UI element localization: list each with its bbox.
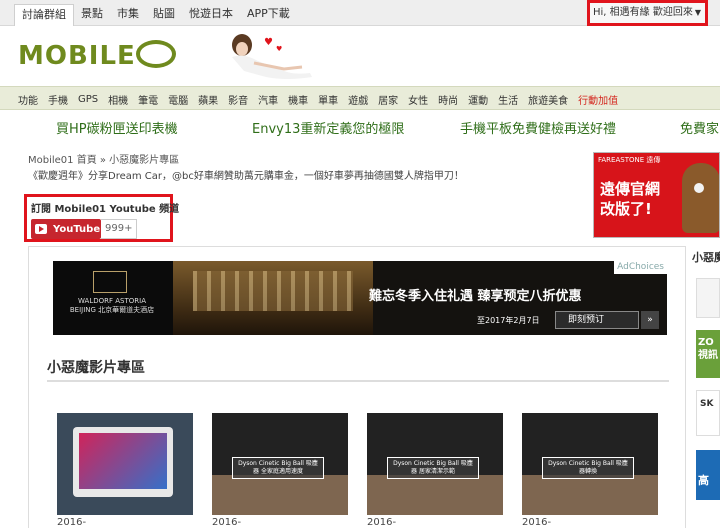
right-column-title: 小惡魔 (692, 251, 720, 264)
video-thumbnail[interactable] (57, 413, 193, 515)
category-item[interactable]: 功能 (18, 92, 38, 107)
ad-valid-until: 至2017年2月7日 (477, 316, 540, 325)
right-ad-4[interactable]: 高 (696, 450, 720, 500)
tab-forum[interactable]: 討論群組 (14, 4, 74, 26)
section-divider (47, 380, 669, 382)
hotel-photo (173, 261, 373, 335)
video-date: 2016-12-29 (212, 517, 242, 528)
category-item[interactable]: 時尚 (438, 92, 458, 107)
ad-line-2: 改版了! (600, 200, 652, 218)
greeting-text: Hi, 相遇有緣 歡迎回來 (593, 7, 693, 18)
category-item[interactable]: 電腦 (168, 92, 188, 107)
video-thumbnail[interactable]: Dyson Cinetic Big Ball 吸塵器轉換 (522, 413, 658, 515)
category-item[interactable]: 影音 (228, 92, 248, 107)
top-nav: 討論群組 景點 市集 貼圖 悅遊日本 APP下載 Hi, 相遇有緣 歡迎回來 ▼ (0, 0, 720, 26)
breadcrumb[interactable]: Mobile01 首頁 » 小惡魔影片專區 (28, 151, 179, 166)
hotel-brand-panel: WALDORF ASTORIA BEIJING 北京華爾道夫酒店 (53, 261, 173, 335)
category-item[interactable]: 居家 (378, 92, 398, 107)
category-item[interactable]: 相機 (108, 92, 128, 107)
video-thumbnail[interactable]: Dyson Cinetic Big Ball 吸塵器 全家庭適用速度 (212, 413, 348, 515)
right-ad-1[interactable] (696, 278, 720, 318)
ad-brand: FAREASTONE 遠傳 (598, 156, 661, 164)
category-item[interactable]: 筆電 (138, 92, 158, 107)
fareastone-ad[interactable]: FAREASTONE 遠傳 遠傳官網 改版了! (593, 152, 720, 238)
svg-text:♥: ♥ (276, 45, 282, 53)
promo-link[interactable]: 免費家 (680, 118, 719, 137)
logo-01-mark (135, 39, 176, 68)
video-date: 2016-12-29 (522, 517, 552, 528)
category-item-mobile-services[interactable]: 行動加值 (578, 92, 618, 107)
video-zone-content: WALDORF ASTORIA BEIJING 北京華爾道夫酒店 難忘冬季入住礼… (28, 246, 686, 528)
youtube-play-icon (35, 224, 47, 234)
floor-image (212, 475, 348, 515)
tab-market[interactable]: 市集 (110, 4, 146, 26)
subscriber-count: 999+ (101, 219, 138, 239)
category-list: 功能 手機 GPS 相機 筆電 電腦 蘋果 影音 汽車 機車 單車 遊戲 居家 … (18, 87, 628, 111)
youtube-subscribe-box: 訂閱 Mobile01 Youtube 頻道 YouTube 999+ (24, 194, 180, 242)
right-ad-3[interactable]: SK (696, 390, 720, 436)
svg-text:♥: ♥ (264, 37, 273, 48)
video-date: 2016-12-29 (57, 517, 87, 528)
book-now-button[interactable]: 即刻预订 (555, 311, 639, 329)
floor-image (522, 475, 658, 515)
video-caption: Dyson Cinetic Big Ball 吸塵器 全家庭適用速度 (232, 457, 324, 479)
ad-headline: 遠傳官網 改版了! (600, 179, 660, 219)
top-tabs: 討論群組 景點 市集 貼圖 悅遊日本 APP下載 (14, 4, 297, 26)
chevron-right-icon[interactable]: » (641, 311, 659, 329)
tab-japan[interactable]: 悅遊日本 (182, 4, 240, 26)
news-ticker-link[interactable]: 《歡慶週年》分享Dream Car，@bc好車網贊助萬元購車金，一個好車夢再抽德… (28, 167, 464, 182)
subscribe-row: YouTube 999+ (31, 219, 166, 239)
tab-stickers[interactable]: 貼圖 (146, 4, 182, 26)
category-bar: 功能 手機 GPS 相機 筆電 電腦 蘋果 影音 汽車 機車 單車 遊戲 居家 … (0, 86, 720, 110)
hotel-ad-banner[interactable]: WALDORF ASTORIA BEIJING 北京華爾道夫酒店 難忘冬季入住礼… (53, 261, 667, 335)
youtube-button-label: YouTube (53, 223, 101, 235)
promo-links: 買HP碳粉匣送印表機 Envy13重新定義您的極限 手機平板免費健檢再送好禮 免… (0, 118, 720, 140)
youtube-subscribe-button[interactable]: YouTube (31, 219, 101, 239)
section-title: 小惡魔影片專區 (47, 360, 145, 376)
promo-link[interactable]: 手機平板免費健檢再送好禮 (460, 118, 616, 137)
category-item[interactable]: 遊戲 (348, 92, 368, 107)
reindeer-image (682, 163, 719, 233)
video-caption: Dyson Cinetic Big Ball 吸塵器轉換 (542, 457, 634, 479)
site-logo[interactable]: MOBILE (18, 39, 176, 71)
ad-line-1: 遠傳官網 (600, 180, 661, 198)
category-item[interactable]: 汽車 (258, 92, 278, 107)
category-item[interactable]: 旅遊美食 (528, 92, 568, 107)
caret-down-icon: ▼ (694, 8, 701, 17)
waldorf-logo-icon (93, 271, 127, 293)
mascot-image: ♥ ♥ (232, 34, 312, 79)
promo-link[interactable]: Envy13重新定義您的極限 (252, 118, 404, 137)
category-item[interactable]: 機車 (288, 92, 308, 107)
category-item[interactable]: 生活 (498, 92, 518, 107)
category-item[interactable]: 運動 (468, 92, 488, 107)
hotel-brand: WALDORF ASTORIA (78, 297, 146, 305)
promo-link[interactable]: 買HP碳粉匣送印表機 (56, 118, 178, 137)
user-greeting-menu[interactable]: Hi, 相遇有緣 歡迎回來 ▼ (587, 0, 708, 26)
category-item[interactable]: 蘋果 (198, 92, 218, 107)
site-header: MOBILE ♥ ♥ (0, 27, 720, 85)
hotel-brand-sub: BEIJING 北京華爾道夫酒店 (69, 306, 155, 314)
right-ad-2[interactable]: ZO 視訊 (696, 330, 720, 378)
category-item[interactable]: 單車 (318, 92, 338, 107)
video-date: 2016-12-29 (367, 517, 397, 528)
video-caption: Dyson Cinetic Big Ball 吸塵器 居家清潔示範 (387, 457, 479, 479)
hotel-name: WALDORF ASTORIA BEIJING 北京華爾道夫酒店 (65, 297, 159, 315)
floor-image (367, 475, 503, 515)
category-item[interactable]: GPS (78, 94, 98, 105)
ad-tagline: 難忘冬季入住礼遇 臻享预定八折优惠 (369, 289, 582, 304)
category-item[interactable]: 女性 (408, 92, 428, 107)
subscribe-title: 訂閱 Mobile01 Youtube 頻道 (31, 204, 180, 215)
adchoices-icon[interactable]: AdChoices (614, 261, 667, 274)
category-item[interactable]: 手機 (48, 92, 68, 107)
tablet-screen (79, 433, 167, 489)
tab-app-download[interactable]: APP下載 (240, 4, 297, 26)
tab-spots[interactable]: 景點 (74, 4, 110, 26)
video-thumbnail[interactable]: Dyson Cinetic Big Ball 吸塵器 居家清潔示範 (367, 413, 503, 515)
logo-text: MOBILE (18, 41, 136, 71)
